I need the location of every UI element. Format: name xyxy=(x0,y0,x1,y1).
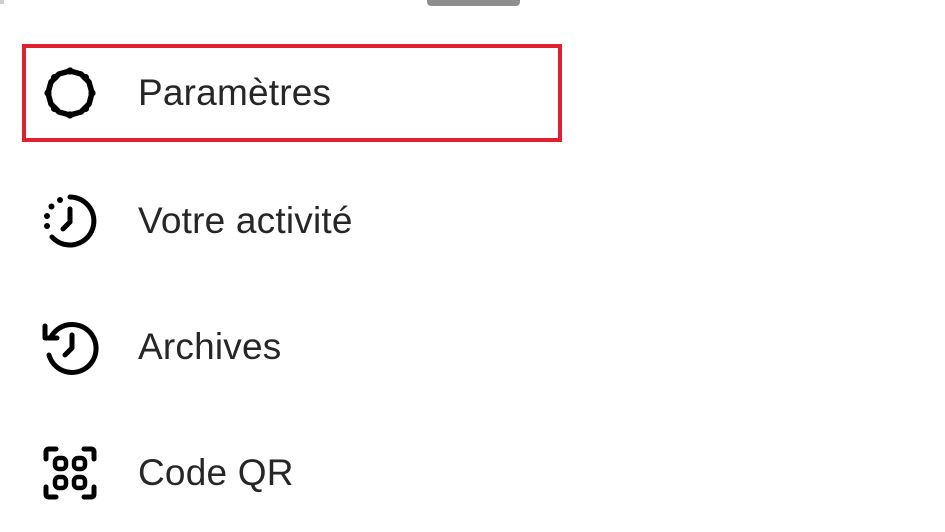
options-menu: Paramètres Votre activité Archives Code … xyxy=(0,0,945,532)
menu-item-code-qr[interactable]: Code QR xyxy=(22,424,562,522)
menu-item-label: Archives xyxy=(138,326,282,367)
menu-item-parametres[interactable]: Paramètres xyxy=(22,44,562,142)
menu-item-votre-activite[interactable]: Votre activité xyxy=(22,172,562,270)
qr-code-icon xyxy=(40,443,100,503)
menu-item-label: Votre activité xyxy=(138,200,353,241)
activity-clock-icon xyxy=(40,191,100,251)
archive-history-icon xyxy=(40,317,100,377)
menu-item-label: Paramètres xyxy=(138,72,332,113)
menu-item-label: Code QR xyxy=(138,452,294,493)
menu-item-archives[interactable]: Archives xyxy=(22,298,562,396)
gear-icon xyxy=(40,63,100,123)
